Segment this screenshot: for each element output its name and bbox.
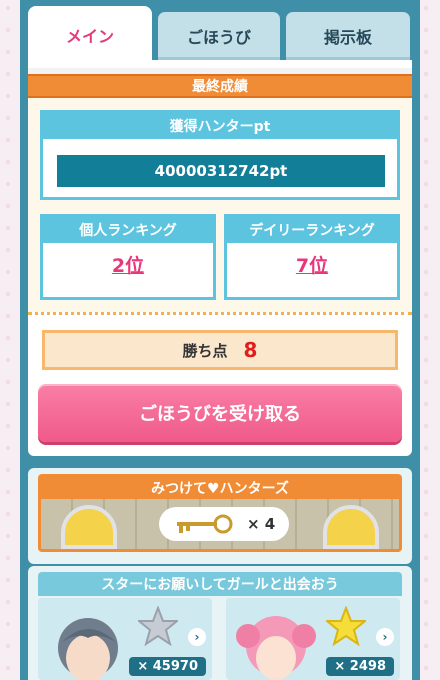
right-door-icon	[323, 505, 379, 549]
score-label: 勝ち点	[182, 341, 228, 360]
hunters-section: みつけて♥ハンターズ × 4	[28, 468, 412, 564]
daily-rank-label: デイリーランキング	[227, 217, 397, 243]
hunters-title: みつけて♥ハンターズ	[41, 477, 399, 499]
personal-rank-label: 個人ランキング	[43, 217, 213, 243]
final-result-header: 最終成績	[28, 74, 412, 98]
daily-rank-box: デイリーランキング 7位	[224, 214, 400, 300]
gold-star-icon	[326, 606, 366, 646]
stars-section: スターにお願いしてガールと出会おう › × 45970 › × 2498	[28, 566, 412, 680]
points-value: 40000312742pt	[57, 155, 385, 187]
key-icon	[177, 514, 233, 534]
personal-rank-box: 個人ランキング 2位	[40, 214, 216, 300]
key-count-pill: × 4	[159, 507, 289, 541]
score-value: 8	[243, 338, 258, 362]
tab-main[interactable]: メイン	[28, 6, 152, 64]
dotted-divider	[28, 312, 412, 315]
stars-title: スターにお願いしてガールと出会おう	[38, 572, 402, 596]
points-label: 獲得ハンターpt	[43, 113, 397, 139]
key-count: × 4	[247, 515, 276, 533]
daily-rank-value[interactable]: 7位	[227, 251, 397, 278]
star-card-silver[interactable]: › × 45970	[38, 598, 212, 680]
results-area: 獲得ハンターpt 40000312742pt 個人ランキング 2位 デイリーラン…	[28, 98, 412, 312]
gold-star-count: × 2498	[326, 657, 394, 676]
main-panel: 最終成績 獲得ハンターpt 40000312742pt 個人ランキング 2位 デ…	[28, 60, 412, 456]
tab-bar: メイン ごほうび 掲示板	[28, 6, 412, 64]
points-box: 獲得ハンターpt 40000312742pt	[40, 110, 400, 200]
receive-reward-button[interactable]: ごほうびを受け取る	[38, 384, 402, 442]
chevron-right-icon: ›	[376, 628, 394, 646]
left-door-icon	[61, 505, 117, 549]
personal-rank-value[interactable]: 2位	[43, 251, 213, 278]
chevron-right-icon: ›	[188, 628, 206, 646]
score-box: 勝ち点 8	[42, 330, 398, 370]
tab-rewards[interactable]: ごほうび	[158, 12, 280, 60]
star-card-gold[interactable]: › × 2498	[226, 598, 400, 680]
tab-board[interactable]: 掲示板	[286, 12, 410, 60]
game-frame: メイン ごほうび 掲示板 最終成績 獲得ハンターpt 40000312742pt…	[20, 0, 420, 680]
silver-star-icon	[138, 606, 178, 646]
silver-star-count: × 45970	[129, 657, 206, 676]
hunters-banner[interactable]: みつけて♥ハンターズ × 4	[38, 474, 402, 552]
